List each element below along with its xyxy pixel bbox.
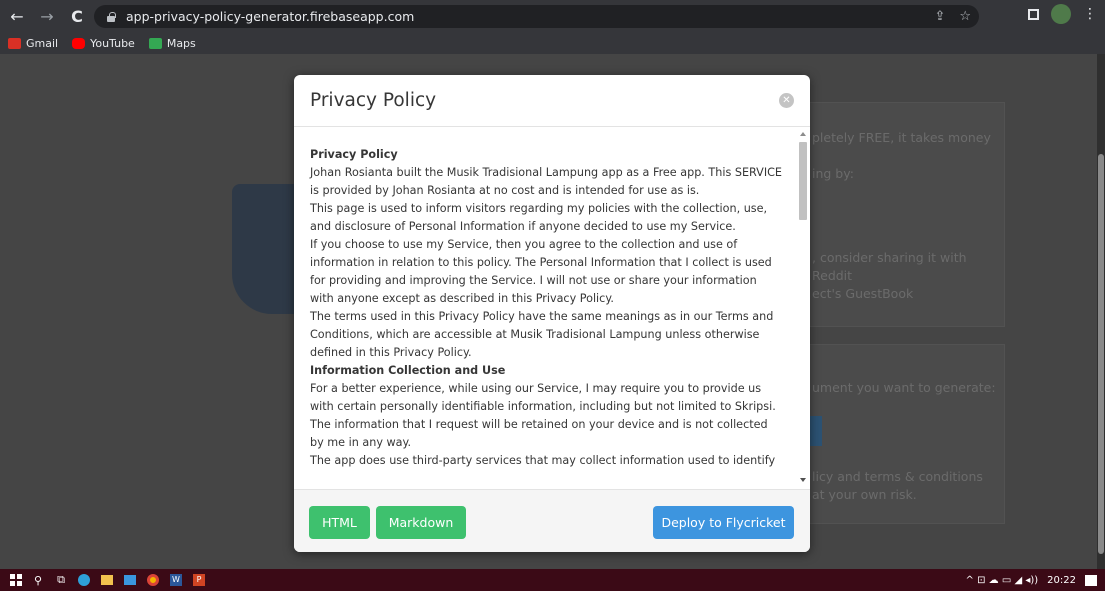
markdown-button[interactable]: Markdown: [376, 506, 466, 539]
store-icon[interactable]: [123, 573, 137, 587]
privacy-policy-modal: Privacy Policy ✕ Privacy Policy Johan Ro…: [294, 75, 810, 552]
chrome-icon[interactable]: [146, 573, 160, 587]
tray-icons[interactable]: ^ ⊡ ☁ ▭ ◢ ◂)): [966, 575, 1039, 586]
policy-paragraph: If you choose to use my Service, then yo…: [310, 238, 772, 305]
word-icon[interactable]: W: [169, 573, 183, 587]
modal-footer: HTML Markdown Deploy to Flycricket: [294, 489, 810, 552]
youtube-icon: [72, 38, 86, 49]
bookmark-youtube[interactable]: YouTube: [72, 37, 135, 50]
background-text: Reddit: [812, 268, 853, 283]
gmail-icon: [8, 38, 21, 49]
modal-body[interactable]: Privacy Policy Johan Rosianta built the …: [294, 128, 810, 488]
policy-paragraph: Johan Rosianta built the Musik Tradision…: [310, 166, 783, 197]
bookmark-label: Maps: [166, 37, 196, 50]
notification-icon[interactable]: [1085, 574, 1097, 586]
bookmark-gmail[interactable]: Gmail: [8, 37, 58, 50]
profile-avatar[interactable]: [1051, 4, 1071, 24]
address-bar[interactable]: app-privacy-policy-generator.firebaseapp…: [94, 5, 979, 28]
background-logo: [232, 184, 302, 314]
windows-start-icon[interactable]: [10, 574, 22, 586]
section-heading: Information Collection and Use: [310, 364, 506, 377]
page-scrollbar-thumb[interactable]: [1098, 154, 1104, 554]
section-heading: Privacy Policy: [310, 148, 398, 161]
share-icon[interactable]: ⇪: [934, 9, 945, 24]
side-panel-icon[interactable]: [1028, 8, 1039, 20]
close-icon[interactable]: ✕: [779, 93, 794, 108]
policy-text: Privacy Policy Johan Rosianta built the …: [310, 146, 782, 470]
maps-icon: [148, 38, 162, 49]
background-text: , consider sharing it with: [812, 250, 967, 265]
bookmark-label: YouTube: [90, 37, 135, 50]
lock-icon[interactable]: [106, 11, 116, 22]
system-tray: ^ ⊡ ☁ ▭ ◢ ◂)) 20:22: [966, 569, 1097, 591]
task-view-icon[interactable]: ⧉: [54, 573, 68, 587]
policy-paragraph: This page is used to inform visitors reg…: [310, 202, 768, 233]
bookmarks-bar: Gmail YouTube Maps: [0, 33, 1105, 54]
forward-button[interactable]: →: [34, 4, 60, 30]
search-icon[interactable]: ⚲: [31, 573, 45, 587]
bookmark-maps[interactable]: Maps: [148, 37, 196, 50]
reload-button[interactable]: C: [64, 4, 90, 30]
deploy-flycricket-button[interactable]: Deploy to Flycricket: [653, 506, 794, 539]
edge-icon[interactable]: [77, 573, 91, 587]
bookmark-star-icon[interactable]: ☆: [959, 9, 971, 24]
background-text: licy and terms & conditions: [812, 469, 983, 484]
browser-toolbar: ← → C app-privacy-policy-generator.fireb…: [0, 0, 1105, 33]
scroll-down-icon[interactable]: [800, 478, 806, 482]
back-button[interactable]: ←: [4, 4, 30, 30]
powerpoint-icon[interactable]: P: [192, 573, 206, 587]
policy-paragraph: The app does use third-party services th…: [310, 454, 776, 467]
windows-taskbar: ⚲ ⧉ W P ^ ⊡ ☁ ▭ ◢ ◂)) 20:22: [0, 569, 1105, 591]
page-scrollbar[interactable]: [1097, 54, 1105, 569]
clock[interactable]: 20:22: [1047, 575, 1076, 586]
url-text[interactable]: app-privacy-policy-generator.firebaseapp…: [126, 9, 414, 24]
modal-header: Privacy Policy ✕: [294, 75, 810, 127]
policy-paragraph: The terms used in this Privacy Policy ha…: [310, 310, 774, 359]
modal-scrollbar-thumb[interactable]: [799, 142, 807, 220]
modal-scrollbar[interactable]: [797, 128, 809, 488]
modal-title: Privacy Policy: [310, 90, 437, 111]
scroll-up-icon[interactable]: [800, 132, 806, 136]
menu-icon[interactable]: ⋮: [1083, 6, 1097, 22]
policy-paragraph: For a better experience, while using our…: [310, 382, 776, 449]
background-text: ect's GuestBook: [812, 286, 914, 301]
bookmark-label: Gmail: [26, 37, 59, 50]
background-text: at your own risk.: [812, 487, 917, 502]
background-text: ument you want to generate:: [812, 380, 996, 395]
background-text: ing by:: [812, 166, 854, 181]
background-text: pletely FREE, it takes money: [812, 130, 991, 145]
html-button[interactable]: HTML: [309, 506, 370, 539]
file-explorer-icon[interactable]: [100, 573, 114, 587]
